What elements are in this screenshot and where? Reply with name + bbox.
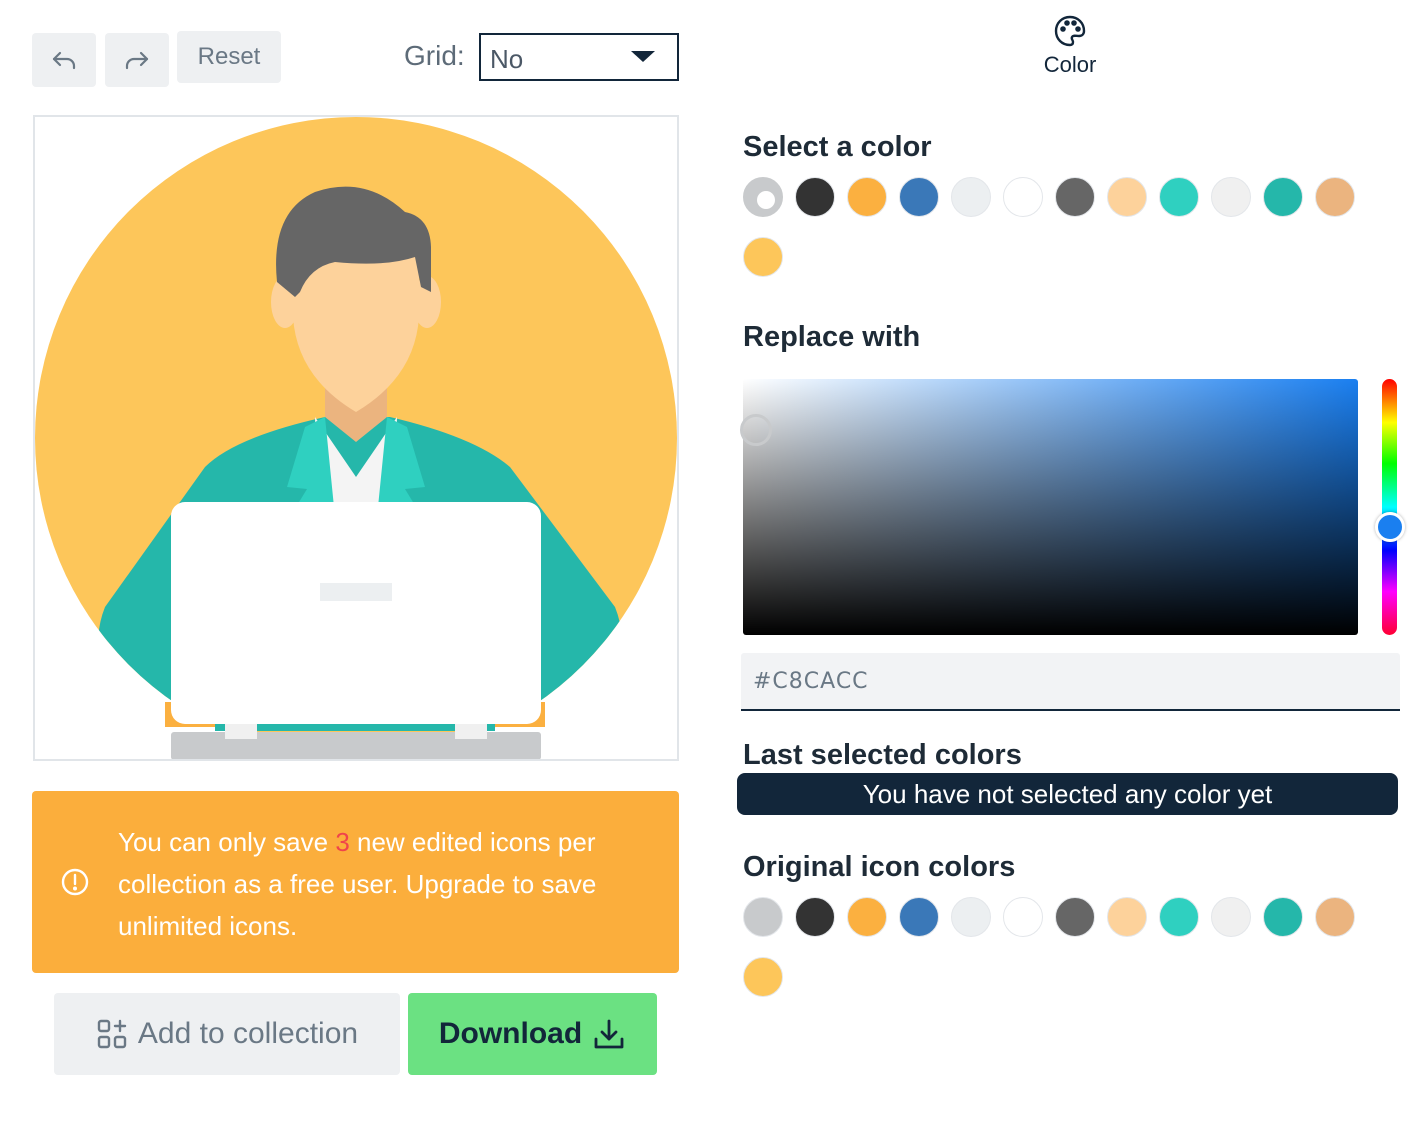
download-button[interactable]: Download [408,993,657,1075]
hue-slider-handle[interactable] [1375,512,1405,542]
redo-icon [125,51,149,70]
select-color-swatch[interactable] [1003,177,1043,217]
redo-button[interactable] [105,33,169,87]
original-color-swatch[interactable] [743,957,783,997]
select-color-swatch[interactable] [1211,177,1251,217]
original-color-swatch[interactable] [847,897,887,937]
download-icon [594,1019,624,1049]
icon-canvas[interactable] [33,115,679,761]
caret-down-icon [631,51,655,62]
add-to-collection-button[interactable]: Add to collection [54,993,400,1075]
select-color-swatch[interactable] [1159,177,1199,217]
select-color-swatch[interactable] [951,177,991,217]
grid-label: Grid: [404,40,465,71]
select-color-swatch[interactable] [899,177,939,217]
replace-with-title: Replace with [743,321,921,353]
select-color-swatches [743,177,1403,297]
no-color-notice: You have not selected any color yet [737,773,1398,815]
original-color-swatch[interactable] [951,897,991,937]
original-color-swatch[interactable] [1315,897,1355,937]
original-color-swatch[interactable] [1263,897,1303,937]
original-color-swatch[interactable] [1159,897,1199,937]
select-color-swatch[interactable] [1263,177,1303,217]
original-color-swatch[interactable] [1055,897,1095,937]
select-color-swatch[interactable] [743,237,783,277]
original-color-swatch[interactable] [1211,897,1251,937]
select-color-swatch[interactable] [1055,177,1095,217]
add-to-collection-label: Add to collection [137,1017,359,1050]
person-laptop-illustration [35,117,677,759]
select-color-swatch[interactable] [743,177,783,217]
tab-color[interactable]: Color [1030,14,1110,84]
select-color-swatch[interactable] [1315,177,1355,217]
hue-slider[interactable] [1382,379,1397,635]
original-color-swatch[interactable] [1107,897,1147,937]
original-colors-title: Original icon colors [743,851,1016,883]
grid-select-value: No [490,44,524,74]
add-collection-icon [97,1019,127,1049]
undo-icon [52,51,76,70]
select-color-swatch[interactable] [847,177,887,217]
info-icon [61,868,89,896]
palette-icon [1054,15,1086,47]
download-label: Download [438,1017,583,1050]
original-color-swatch[interactable] [743,897,783,937]
select-color-swatch[interactable] [1107,177,1147,217]
reset-button[interactable]: Reset [177,31,281,83]
hex-color-input[interactable] [741,653,1400,711]
saturation-picker[interactable] [743,379,1358,635]
banner-message: You can only save 3 new edited icons per… [118,827,597,941]
last-selected-title: Last selected colors [743,739,1022,771]
save-count: 3 [335,827,350,857]
tab-color-label: Color [1043,52,1097,77]
grid-select[interactable]: No [479,33,679,81]
original-color-swatch[interactable] [1003,897,1043,937]
original-color-swatch[interactable] [795,897,835,937]
original-color-swatch[interactable] [899,897,939,937]
undo-button[interactable] [32,33,96,87]
select-color-title: Select a color [743,131,932,163]
free-user-limit-banner: You can only save 3 new edited icons per… [32,791,679,973]
original-color-swatches [743,897,1403,1017]
select-color-swatch[interactable] [795,177,835,217]
saturation-picker-handle[interactable] [740,414,772,446]
